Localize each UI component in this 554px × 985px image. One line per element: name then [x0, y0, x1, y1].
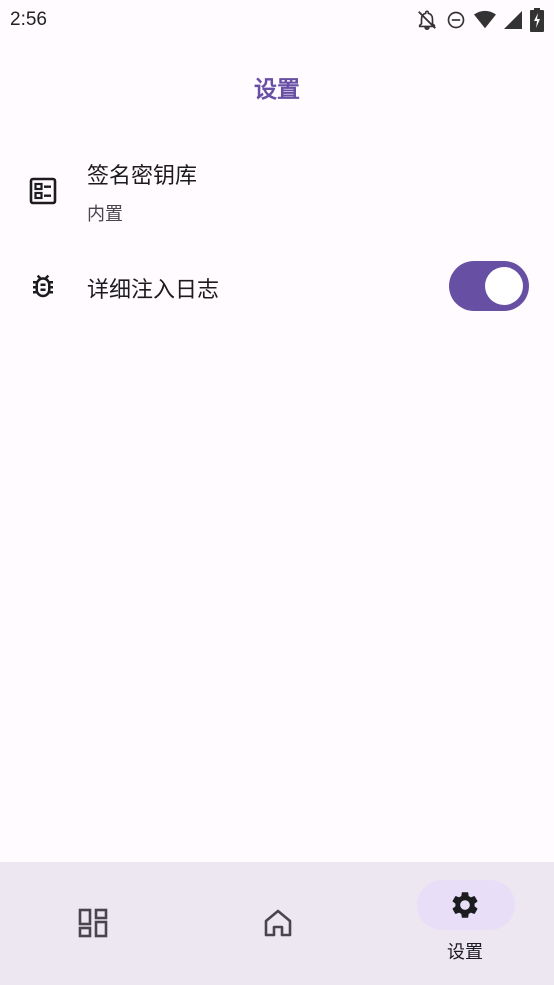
setting-item-verbose-log[interactable]: 详细注入日志	[0, 258, 554, 314]
verbose-log-title: 详细注入日志	[87, 278, 220, 303]
nav-item-settings[interactable]: 设置	[370, 862, 554, 985]
home-icon	[261, 906, 295, 940]
dashboard-icon	[76, 906, 110, 940]
battery-charging-icon	[530, 8, 544, 32]
status-time: 2:56	[10, 9, 47, 30]
verbose-log-toggle[interactable]	[449, 261, 529, 311]
bug-icon	[26, 269, 60, 303]
status-icons	[416, 8, 544, 32]
keystore-title: 签名密钥库	[87, 164, 198, 189]
keystore-icon	[26, 174, 60, 208]
setting-item-keystore[interactable]: 签名密钥库 内置	[0, 152, 554, 232]
keystore-text: 签名密钥库 内置	[87, 158, 197, 226]
nav-label-settings: 设置	[447, 942, 483, 963]
notifications-off-icon	[416, 9, 438, 31]
toggle-thumb	[485, 267, 523, 305]
nav-item-home[interactable]	[185, 862, 370, 985]
settings-screen: 2:56 设置 签名密钥库 内置 详细注入日志 设置	[0, 0, 554, 985]
page-title: 设置	[254, 77, 300, 103]
verbose-log-text: 详细注入日志	[87, 272, 219, 304]
keystore-subtitle: 内置	[87, 204, 123, 225]
bottom-navigation: 设置	[0, 862, 554, 985]
status-bar: 2:56	[0, 0, 554, 40]
nav-item-modules[interactable]	[0, 862, 185, 985]
do-not-disturb-icon	[446, 10, 466, 30]
signal-icon	[504, 10, 522, 30]
wifi-icon	[474, 10, 496, 30]
settings-icon	[448, 888, 482, 922]
